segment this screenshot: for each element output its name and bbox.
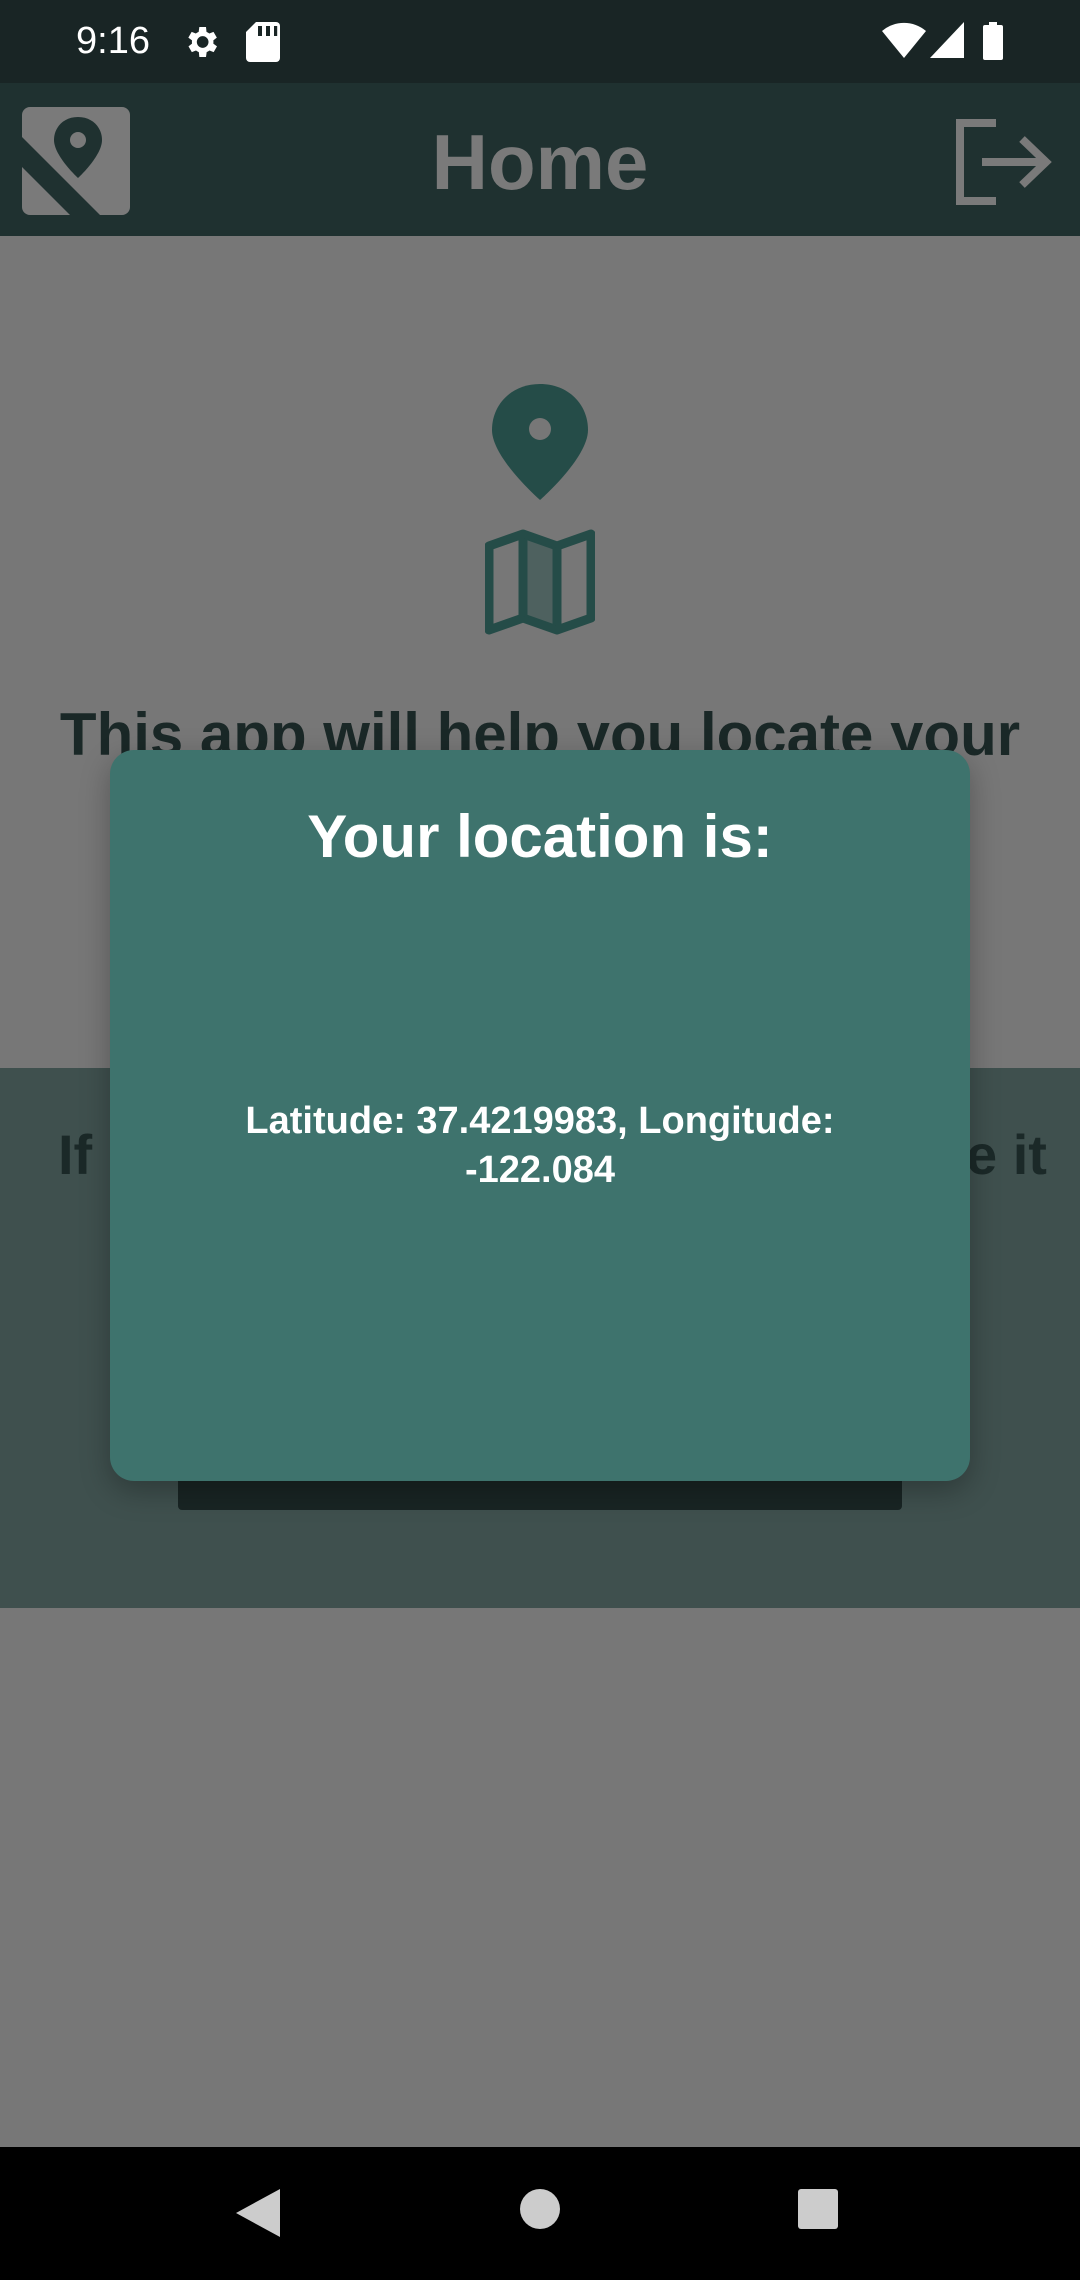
back-icon[interactable] <box>236 2189 280 2237</box>
info-text-right: e it <box>966 1123 1047 1186</box>
navigation-bar <box>0 2147 1080 2280</box>
coordinates-line-1: Latitude: 37.4219983, Longitude: <box>245 1100 835 1142</box>
location-coordinates: Latitude: 37.4219983, Longitude: -122.08… <box>180 1097 900 1195</box>
info-text-left: If <box>58 1123 93 1186</box>
signal-icon <box>930 22 964 58</box>
coordinates-line-2: -122.084 <box>464 1149 615 1191</box>
battery-icon <box>983 22 1003 60</box>
app-bar: Home <box>0 83 1080 236</box>
status-time: 9:16 <box>76 20 150 62</box>
map-pin-icon <box>492 384 588 500</box>
logout-icon[interactable] <box>952 117 1052 207</box>
page-title: Home <box>431 118 649 206</box>
home-icon[interactable] <box>520 2189 560 2229</box>
location-dialog: Your location is: Latitude: 37.4219983, … <box>110 750 970 1481</box>
sd-card-icon <box>246 22 280 62</box>
status-bar: 9:16 <box>0 0 1080 83</box>
recents-icon[interactable] <box>798 2189 838 2229</box>
dialog-title: Your location is: <box>307 803 773 870</box>
wifi-icon <box>882 22 926 58</box>
map-icon <box>485 529 595 635</box>
settings-icon <box>188 27 217 57</box>
